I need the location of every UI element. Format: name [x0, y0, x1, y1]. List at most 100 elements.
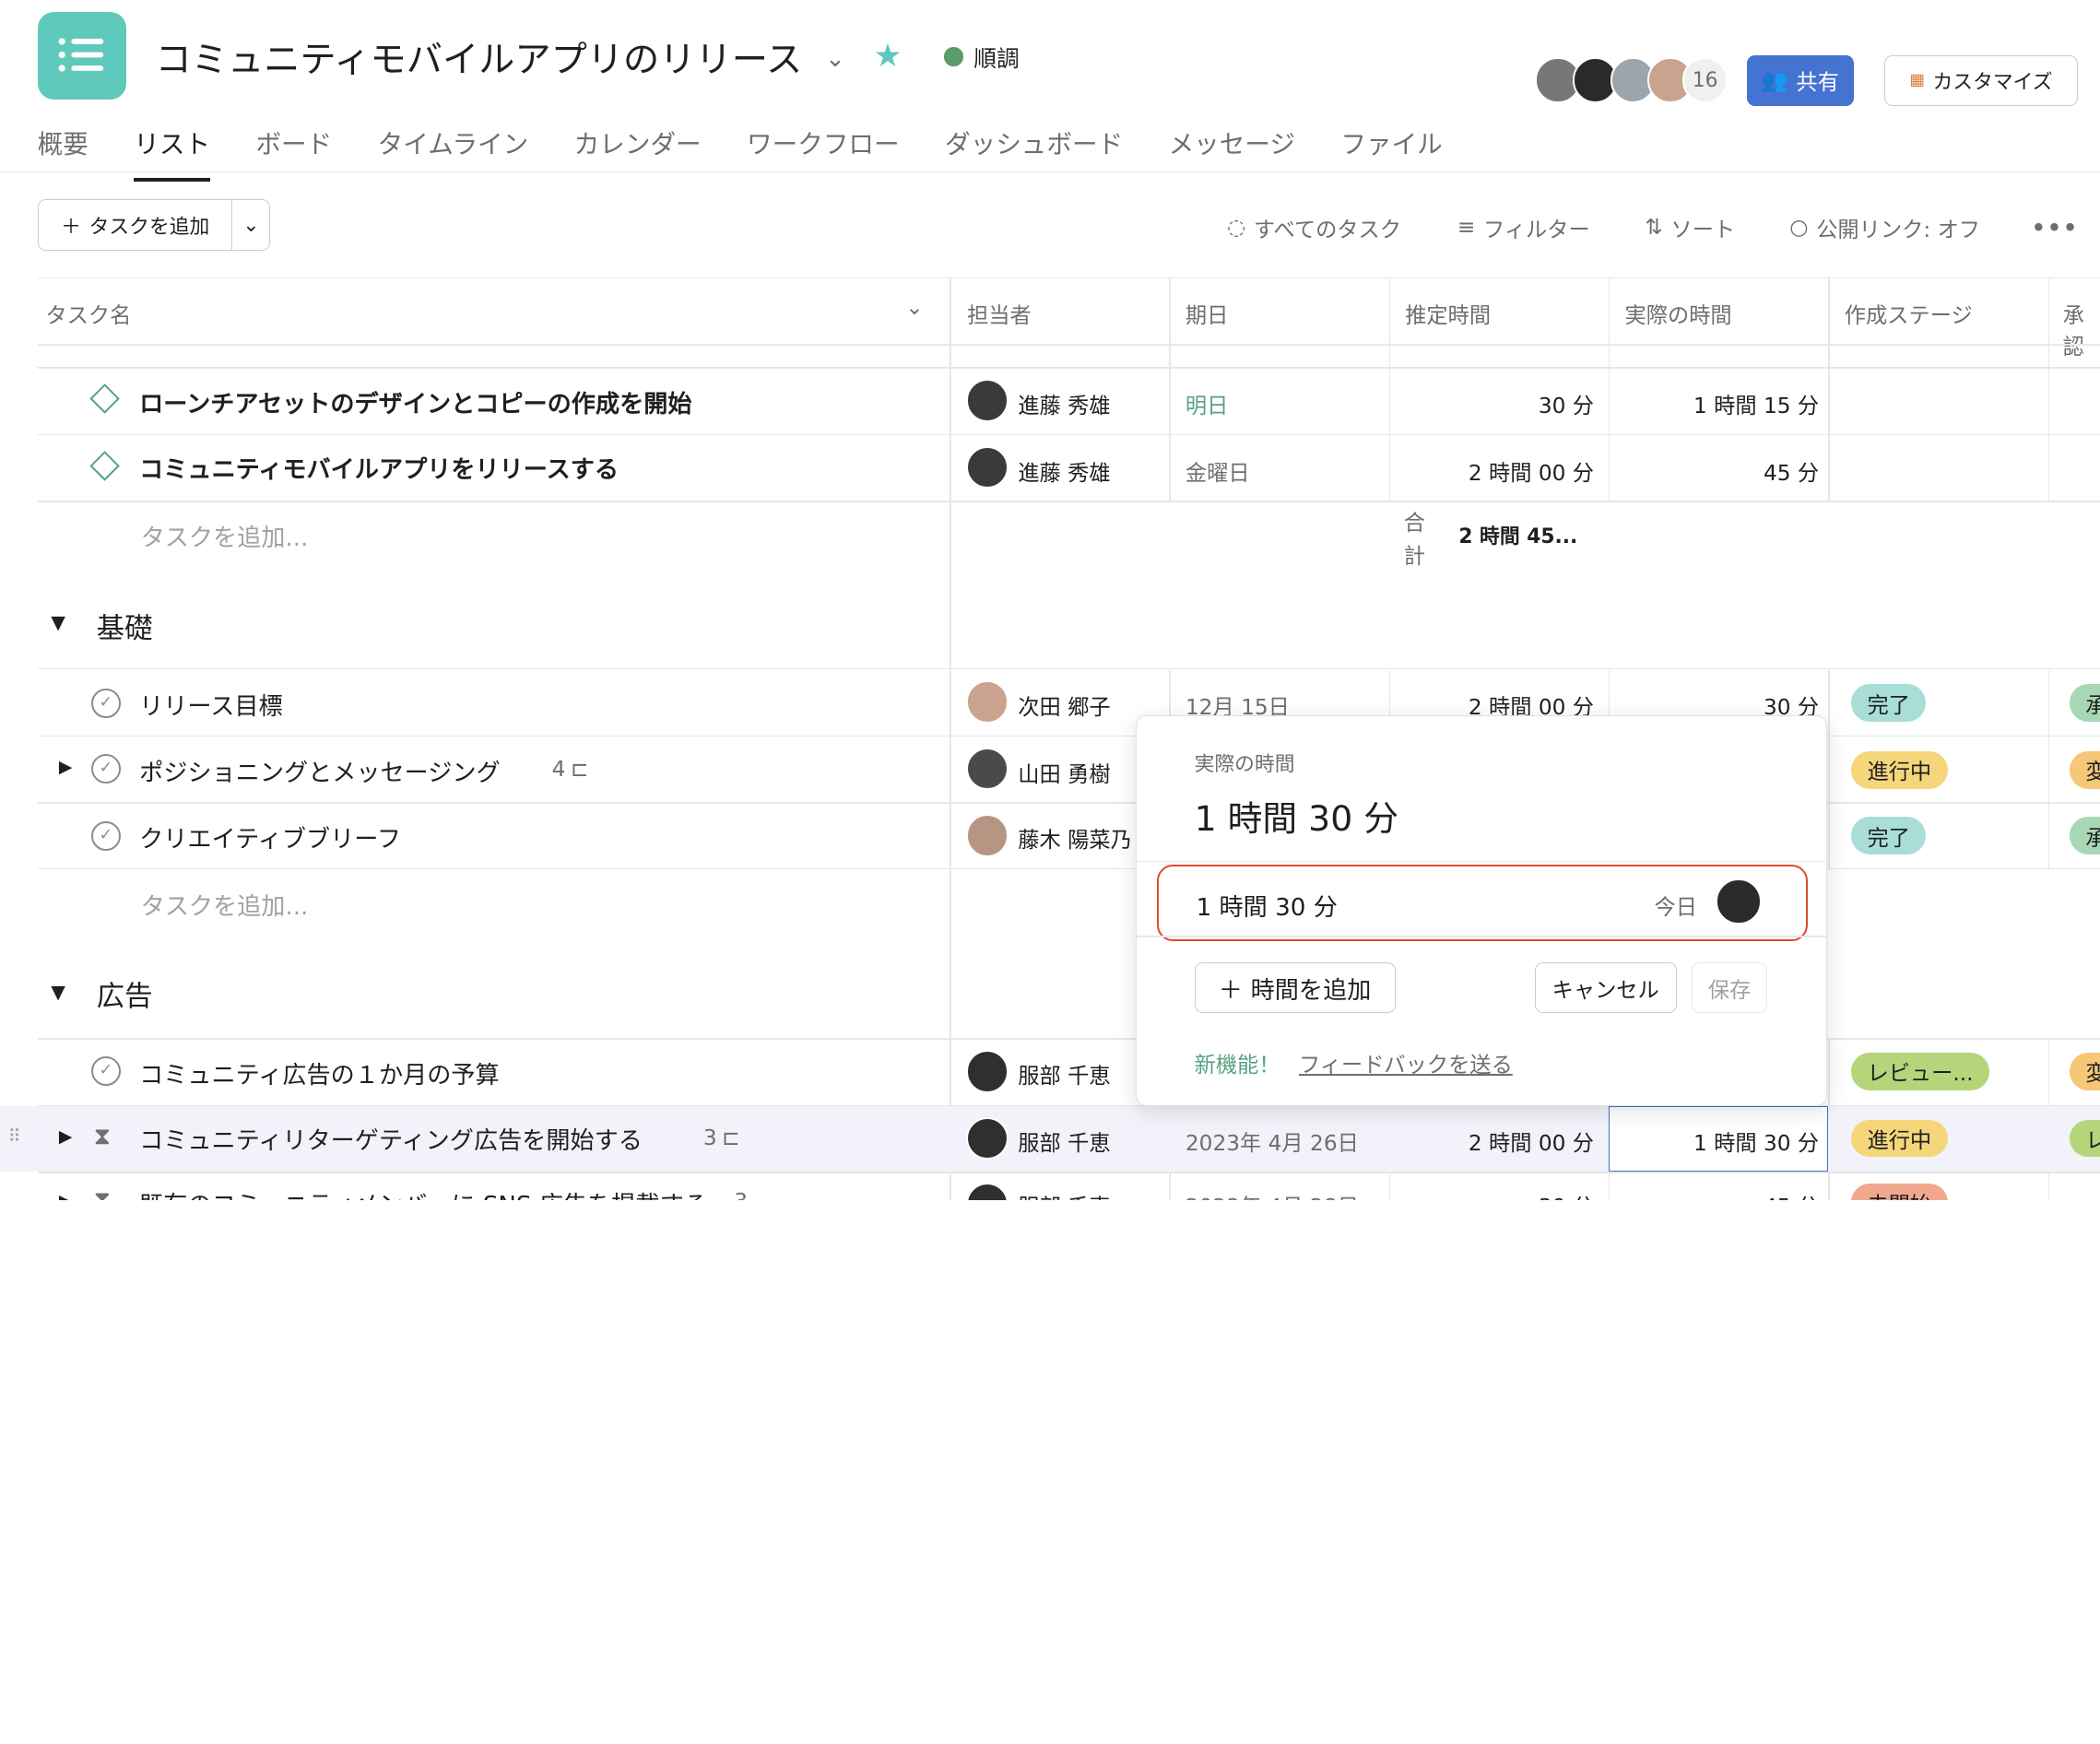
due-date[interactable]: 2023年 4月 28日	[1186, 1189, 1359, 1200]
tab-board[interactable]: ボード	[255, 124, 332, 174]
due-date[interactable]: 金曜日	[1186, 455, 1250, 487]
assignee-name[interactable]: 藤木 陽菜乃	[1018, 822, 1132, 854]
diamond-icon[interactable]	[88, 451, 120, 482]
add-task-dropdown[interactable]: ⌄	[231, 199, 271, 251]
column-due-date[interactable]: 期日	[1186, 298, 1228, 329]
grid-line	[1609, 277, 1610, 502]
time-entry-value[interactable]: 1 時間 30 分	[1197, 888, 1338, 923]
tab-overview[interactable]: 概要	[38, 124, 88, 174]
add-time-button[interactable]: ＋ 時間を追加	[1194, 962, 1396, 1014]
estimated-time[interactable]: 2 時間 00 分	[1393, 1125, 1594, 1157]
add-task-button[interactable]: ＋ タスクを追加	[37, 199, 233, 251]
task-title[interactable]: ローンチアセットのデザインとコピーの作成を開始	[139, 384, 691, 419]
all-tasks-filter[interactable]: ◌ すべてのタスク	[1227, 212, 1401, 243]
check-circle-icon[interactable]: ✓	[90, 754, 121, 784]
task-title[interactable]: クリエイティブブリーフ	[139, 819, 401, 854]
task-title[interactable]: コミュニティリターゲティング広告を開始する	[139, 1121, 643, 1156]
stage-badge[interactable]: 未開始	[1851, 1184, 1948, 1200]
task-title[interactable]: ポジショニングとメッセージング	[139, 753, 501, 788]
assignee-name[interactable]: 服部 千恵	[1018, 1125, 1110, 1157]
add-task-row[interactable]: タスクを追加...	[141, 887, 309, 922]
more-options-icon[interactable]: •••	[2031, 212, 2078, 243]
actual-time[interactable]: 45 分	[1612, 455, 1819, 487]
due-date[interactable]: 明日	[1186, 388, 1228, 419]
assignee-name[interactable]: 進藤 秀雄	[1018, 388, 1110, 419]
stage-badge[interactable]: 進行中	[1851, 1119, 1948, 1158]
column-approval[interactable]: 承認	[2063, 298, 2100, 360]
assignee-name[interactable]: 進藤 秀雄	[1018, 455, 1110, 487]
stage-badge[interactable]: 完了	[1851, 817, 1927, 854]
column-creation-stage[interactable]: 作成ステージ	[1845, 298, 1973, 329]
sort-button[interactable]: ⇅ ソート	[1645, 212, 1735, 243]
column-task-name[interactable]: タスク名	[45, 298, 131, 329]
chevron-down-icon[interactable]: ⌄	[825, 45, 845, 73]
column-actual-time[interactable]: 実際の時間	[1624, 298, 1731, 329]
cancel-button[interactable]: キャンセル	[1534, 962, 1677, 1014]
chevron-down-icon[interactable]: ⌄	[905, 295, 923, 320]
star-icon[interactable]: ★	[873, 38, 902, 75]
grid-line	[1828, 669, 1830, 871]
actual-time[interactable]: 1 時間 30 分	[1612, 1125, 1819, 1157]
task-title[interactable]: 既存のコミュニティメンバーに SNS 広告を掲載する	[139, 1185, 708, 1200]
task-title[interactable]: コミュニティモバイルアプリをリリースする	[139, 450, 619, 485]
filter-button[interactable]: ≡ フィルター	[1457, 212, 1590, 243]
time-entry[interactable]: 1 時間 30 分 今日	[1156, 865, 1809, 941]
section-title[interactable]: 基礎	[97, 606, 153, 646]
stage-badge[interactable]: 進行中	[1851, 751, 1948, 789]
hourglass-icon[interactable]: ⧗	[94, 1186, 111, 1200]
approval-badge[interactable]: 変	[2069, 1053, 2100, 1090]
hourglass-icon[interactable]: ⧗	[94, 1123, 111, 1151]
task-title[interactable]: コミュニティ広告の１か月の予算	[139, 1055, 500, 1090]
filter-label: フィルター	[1483, 217, 1590, 242]
project-title[interactable]: コミュニティモバイルアプリのリリース	[156, 30, 803, 83]
due-date[interactable]: 2023年 4月 26日	[1186, 1125, 1359, 1157]
expand-icon[interactable]: ▶	[59, 1191, 73, 1200]
project-icon[interactable]	[37, 12, 126, 100]
column-estimated-time[interactable]: 推定時間	[1405, 298, 1491, 329]
save-button[interactable]: 保存	[1691, 962, 1768, 1014]
check-circle-icon[interactable]: ✓	[90, 1056, 121, 1087]
customize-button[interactable]: ▦ カスタマイズ	[1884, 54, 2078, 106]
estimated-time[interactable]: 30 分	[1393, 1189, 1594, 1200]
check-circle-icon[interactable]: ✓	[90, 820, 121, 851]
task-title[interactable]: リリース目標	[139, 687, 283, 722]
tab-messages[interactable]: メッセージ	[1169, 124, 1295, 174]
tab-list[interactable]: リスト	[134, 124, 210, 182]
collapse-icon[interactable]: ▼	[51, 611, 65, 633]
assignee-name[interactable]: 服部 千恵	[1018, 1189, 1110, 1200]
tab-workflow[interactable]: ワークフロー	[747, 124, 900, 174]
actual-time[interactable]: 45 分	[1612, 1189, 1819, 1200]
stage-badge[interactable]: レビュー...	[1851, 1053, 1989, 1090]
approval-badge[interactable]: 承	[2069, 684, 2100, 723]
stage-badge[interactable]: 完了	[1851, 684, 1927, 723]
estimated-time[interactable]: 30 分	[1393, 388, 1594, 419]
totals-value: 2 時間 45...	[1458, 525, 1578, 549]
diamond-icon[interactable]	[88, 383, 120, 415]
tab-dashboard[interactable]: ダッシュボード	[945, 124, 1123, 174]
subtask-count[interactable]: 4	[552, 757, 566, 782]
share-button[interactable]: 👥 共有	[1746, 54, 1854, 106]
public-link-button[interactable]: ○ 公開リンク: オフ	[1789, 212, 1980, 243]
tab-timeline[interactable]: タイムライン	[378, 124, 529, 174]
approval-badge[interactable]: 変	[2069, 751, 2100, 789]
expand-icon[interactable]: ▶	[59, 757, 73, 777]
check-circle-icon[interactable]: ✓	[90, 688, 121, 718]
add-task-row[interactable]: タスクを追加...	[141, 518, 309, 553]
tab-calendar[interactable]: カレンダー	[574, 124, 702, 174]
drag-handle-icon[interactable]: ⠿	[8, 1126, 21, 1147]
expand-icon[interactable]: ▶	[59, 1126, 73, 1147]
tab-files[interactable]: ファイル	[1340, 124, 1442, 174]
feedback-link[interactable]: フィードバックを送る	[1299, 1047, 1513, 1078]
actual-time[interactable]: 1 時間 15 分	[1612, 388, 1819, 419]
subtask-count[interactable]: 3	[734, 1189, 748, 1200]
subtask-count[interactable]: 3	[703, 1125, 717, 1150]
assignee-name[interactable]: 次田 郷子	[1018, 689, 1110, 721]
assignee-name[interactable]: 服部 千恵	[1018, 1058, 1110, 1090]
status-indicator[interactable]: 順調	[944, 41, 1020, 74]
collapse-icon[interactable]: ▼	[51, 981, 65, 1003]
section-title[interactable]: 広告	[97, 973, 153, 1014]
column-assignee[interactable]: 担当者	[967, 298, 1032, 329]
approval-badge[interactable]: 承	[2069, 817, 2100, 854]
estimated-time[interactable]: 2 時間 00 分	[1393, 455, 1594, 487]
assignee-name[interactable]: 山田 勇樹	[1018, 757, 1110, 788]
